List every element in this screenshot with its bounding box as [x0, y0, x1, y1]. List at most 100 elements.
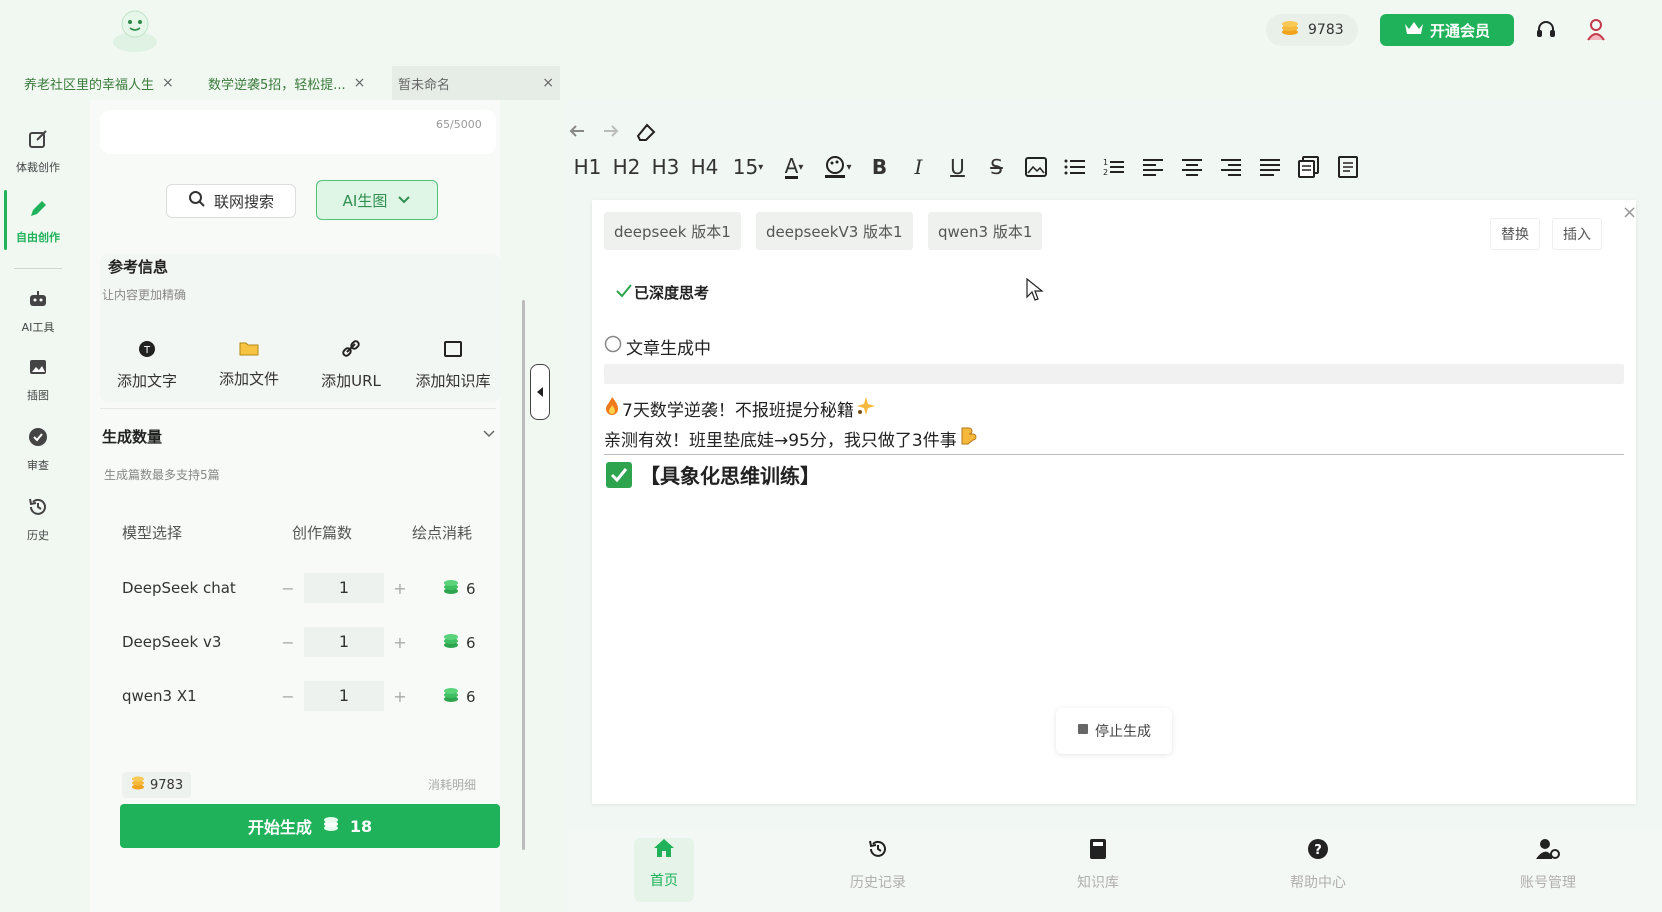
quantity-stepper[interactable]: − 1 +: [272, 626, 416, 658]
add-text-button[interactable]: T 添加文字: [102, 340, 192, 391]
chevron-down-icon[interactable]: [482, 424, 496, 443]
heading2-button[interactable]: H2: [607, 150, 646, 184]
increment-button[interactable]: +: [384, 579, 416, 598]
decrement-button[interactable]: −: [272, 579, 304, 598]
rail-item-ai-tools[interactable]: AI工具: [0, 288, 76, 335]
cost-cell: 6: [442, 686, 476, 708]
increment-button[interactable]: +: [384, 633, 416, 652]
rail-divider: [14, 268, 62, 269]
font-size-value: 15: [732, 155, 759, 179]
increment-button[interactable]: +: [384, 687, 416, 706]
align-right-icon[interactable]: [1211, 150, 1250, 184]
rail-item-illustration[interactable]: 插图: [0, 356, 76, 403]
quantity-value[interactable]: 1: [304, 627, 384, 657]
rail-item-review[interactable]: 审查: [0, 426, 76, 473]
undo-icon[interactable]: [566, 120, 588, 148]
deep-thinking-label: 已深度思考: [634, 284, 710, 302]
nav-item-history[interactable]: 历史记录: [818, 838, 938, 892]
doc-tab[interactable]: 养老社区里的幸福人生 ×: [0, 66, 180, 100]
doc-tab[interactable]: 数学逆袭5招，轻松提... ×: [184, 66, 371, 100]
quantity-value[interactable]: 1: [304, 681, 384, 711]
decrement-button[interactable]: −: [272, 687, 304, 706]
align-left-icon[interactable]: [1133, 150, 1172, 184]
copy-icon[interactable]: [1289, 150, 1328, 184]
quantity-stepper[interactable]: − 1 +: [272, 680, 416, 712]
history-controls: [566, 120, 658, 148]
version-tab[interactable]: deepseek 版本1: [604, 212, 741, 250]
add-knowledge-button[interactable]: 添加知识库: [408, 340, 498, 391]
italic-icon[interactable]: I: [899, 150, 938, 184]
nav-item-knowledge[interactable]: 知识库: [1038, 838, 1158, 892]
chevron-down-icon: [397, 191, 411, 209]
add-url-label: 添加URL: [321, 372, 381, 390]
consume-detail-link[interactable]: 消耗明细: [428, 776, 476, 793]
nav-item-home[interactable]: 首页: [604, 838, 724, 890]
rail-label: AI工具: [21, 321, 55, 334]
nav-item-help[interactable]: ? 帮助中心: [1258, 838, 1378, 892]
rail-item-free-writing[interactable]: 自由创作: [0, 198, 76, 245]
headset-icon[interactable]: [1534, 18, 1558, 42]
eraser-icon[interactable]: [634, 120, 658, 148]
svg-text:?: ?: [1314, 843, 1322, 858]
deep-thinking-status[interactable]: 已深度思考: [616, 282, 709, 303]
ordered-list-icon[interactable]: 12: [1094, 150, 1133, 184]
bullet-list-icon[interactable]: [1055, 150, 1094, 184]
replace-button[interactable]: 替换: [1490, 218, 1540, 250]
bold-icon[interactable]: B: [860, 150, 899, 184]
panel-scrollbar[interactable]: [522, 300, 525, 850]
stop-generation-button[interactable]: 停止生成: [1056, 708, 1172, 754]
align-justify-icon[interactable]: [1250, 150, 1289, 184]
coin-count: 9783: [1308, 22, 1344, 38]
close-icon[interactable]: ×: [354, 75, 366, 91]
ai-image-label: AI生图: [342, 191, 388, 210]
coin-balance[interactable]: 9783: [1266, 14, 1358, 46]
document-icon[interactable]: [1328, 150, 1367, 184]
insert-button[interactable]: 插入: [1552, 218, 1602, 250]
font-size-select[interactable]: 15 ▾: [724, 150, 772, 184]
heading4-button[interactable]: H4: [685, 150, 724, 184]
close-icon[interactable]: ×: [1622, 202, 1637, 223]
decrement-button[interactable]: −: [272, 633, 304, 652]
svg-text:2: 2: [1103, 168, 1108, 177]
stop-label: 停止生成: [1095, 724, 1151, 740]
prompt-textarea[interactable]: [100, 110, 496, 154]
quantity-stepper[interactable]: − 1 +: [272, 572, 416, 604]
heading3-button[interactable]: H3: [646, 150, 685, 184]
content-heading: 【具象化思维训练】: [606, 460, 820, 489]
add-url-button[interactable]: 添加URL: [306, 340, 396, 391]
folder-icon: [239, 340, 259, 360]
strikethrough-icon[interactable]: S: [977, 150, 1016, 184]
redo-icon[interactable]: [600, 120, 622, 148]
align-center-icon[interactable]: [1172, 150, 1211, 184]
quantity-value[interactable]: 1: [304, 573, 384, 603]
highlight-color-icon[interactable]: ▾: [816, 150, 860, 184]
nav-item-account[interactable]: 账号管理: [1488, 838, 1608, 892]
collapse-panel-button[interactable]: [530, 364, 550, 420]
web-search-button[interactable]: 联网搜索: [166, 184, 296, 218]
vip-button[interactable]: 开通会员: [1380, 14, 1514, 46]
close-icon[interactable]: ×: [542, 75, 554, 91]
underline-icon[interactable]: U: [938, 150, 977, 184]
content-line: 亲测有效！班里垫底娃→95分，我只做了3件事: [604, 426, 977, 451]
user-avatar-icon[interactable]: [1584, 18, 1608, 42]
ai-image-dropdown[interactable]: AI生图: [316, 180, 438, 220]
heading1-button[interactable]: H1: [568, 150, 607, 184]
doc-tab-active[interactable]: 暂未命名 ×: [392, 66, 560, 100]
close-icon[interactable]: ×: [162, 75, 174, 91]
generation-progress-bar: [604, 364, 1624, 384]
version-tab[interactable]: deepseekV3 版本1: [756, 212, 913, 250]
nav-label: 知识库: [1077, 875, 1119, 891]
coin-icon: [130, 775, 146, 795]
divider: [100, 408, 496, 409]
rail-item-history[interactable]: 历史: [0, 496, 76, 543]
add-file-button[interactable]: 添加文件: [204, 340, 294, 389]
start-generate-button[interactable]: 开始生成 18: [120, 804, 500, 848]
font-color-icon[interactable]: A ▾: [772, 150, 816, 184]
rail-item-genre-writing[interactable]: 体裁创作: [0, 128, 76, 175]
content-line-2: 亲测有效！班里垫底娃→95分，我只做了3件事: [604, 431, 957, 451]
rail-label: 历史: [27, 529, 49, 542]
insert-image-icon[interactable]: [1016, 150, 1055, 184]
check-circle-icon: [27, 426, 49, 451]
cost-cell: 6: [442, 632, 476, 654]
version-tab[interactable]: qwen3 版本1: [928, 212, 1043, 250]
